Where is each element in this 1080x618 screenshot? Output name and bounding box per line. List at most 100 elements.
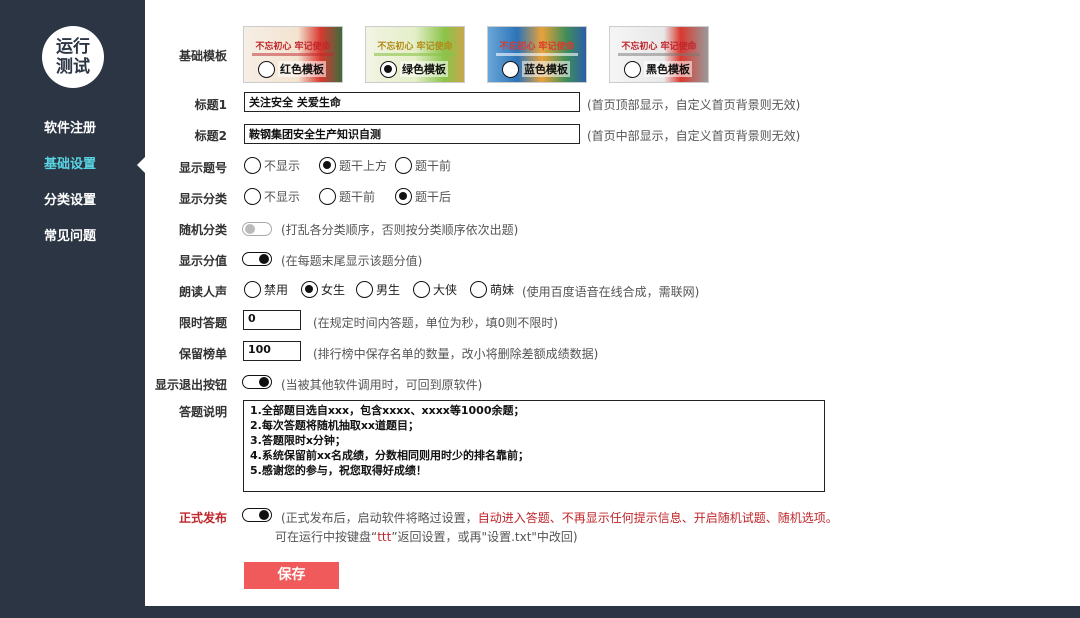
title2-label: 标题2 [194,129,227,143]
time-limit-input[interactable]: 0 [243,310,301,330]
bottom-bar [145,606,1080,618]
voice-male-label: 男生 [376,283,401,297]
show-category-label: 显示分类 [178,192,227,206]
voice-option-hero[interactable]: 大侠 [413,281,457,298]
show-category-option-after[interactable]: 题干后 [395,188,451,205]
template-red-radio[interactable] [258,61,275,78]
exit-button-label: 显示退出按钮 [154,378,227,392]
show-score-hint: (在每题末尾显示该题分值) [281,254,423,268]
template-green-subline [374,53,456,56]
random-category-toggle-knob [245,224,255,234]
voice-female-label: 女生 [321,283,346,297]
time-limit-hint: (在规定时间内答题，单位为秒，填0则不限时) [313,316,558,330]
voice-hero-label: 大侠 [433,283,458,297]
template-red-banner: 不忘初心 牢记使命 [255,42,331,52]
show-number-option-none[interactable]: 不显示 [244,157,300,174]
sidebar: 运行 测试 软件注册 基础设置 分类设置 常见问题 [0,0,145,618]
template-red-label: 红色模板 [278,61,326,77]
active-nav-pointer [137,157,145,173]
publish-toggle[interactable] [242,508,272,522]
show-number-before-label: 题干前 [415,159,452,173]
logo-line1: 运行 [56,37,90,57]
template-black[interactable]: 不忘初心 牢记使命 黑色模板 [609,26,709,83]
app-logo: 运行 测试 [42,26,104,88]
show-category-option-before[interactable]: 题干前 [319,188,375,205]
instructions-textarea[interactable]: 1.全部题目选自xxx，包含xxxx、xxxx等1000余题； 2.每次答题将随… [243,400,825,492]
title1-hint: (首页顶部显示，自定义首页背景则无效) [587,98,801,112]
instructions-line-5: 5.感谢您的参与，祝您取得好成绩！ [250,464,427,477]
template-black-label: 黑色模板 [644,61,692,77]
show-number-option-before[interactable]: 题干前 [395,157,451,174]
publish-label: 正式发布 [178,511,227,525]
template-red[interactable]: 不忘初心 牢记使命 红色模板 [243,26,343,83]
template-green-banner: 不忘初心 牢记使命 [377,42,453,52]
show-number-above-radio[interactable] [319,157,336,174]
voice-option-disabled[interactable]: 禁用 [244,281,288,298]
sidebar-item-register[interactable]: 软件注册 [44,117,96,136]
show-score-label: 显示分值 [178,254,227,268]
exit-button-toggle-knob [259,377,269,387]
template-green[interactable]: 不忘初心 牢记使命 绿色模板 [365,26,465,83]
publish-hint: (正式发布后，启动软件将略过设置，自动进入答题、不再显示任何提示信息、开启随机试… [281,509,838,526]
template-black-radio[interactable] [624,61,641,78]
time-limit-label: 限时答题 [178,316,227,330]
show-number-above-label: 题干上方 [339,159,388,173]
show-category-none-label: 不显示 [264,190,301,204]
voice-female-radio[interactable] [301,281,318,298]
sidebar-item-basic-settings[interactable]: 基础设置 [44,153,96,172]
instructions-label: 答题说明 [178,405,227,419]
show-number-before-radio[interactable] [395,157,412,174]
leaderboard-input[interactable]: 100 [243,341,301,361]
publish-hint-highlight: 自动进入答题、不再显示任何提示信息、开启随机试题、随机选项。 [477,511,838,525]
publish-hint-key: ttt [377,530,392,544]
show-category-option-none[interactable]: 不显示 [244,188,300,205]
show-category-before-label: 题干前 [339,190,376,204]
show-number-none-label: 不显示 [264,159,301,173]
random-category-toggle[interactable] [242,222,272,236]
template-blue-banner: 不忘初心 牢记使命 [499,42,575,52]
publish-hint-line2: 可在运行中按键盘“ttt”返回设置，或再"设置.txt"中改回) [275,528,578,545]
sidebar-item-faq[interactable]: 常见问题 [44,225,96,244]
save-button[interactable]: 保存 [244,562,339,589]
voice-cute-label: 萌妹 [490,283,515,297]
template-blue[interactable]: 不忘初心 牢记使命 蓝色模板 [487,26,587,83]
voice-option-female[interactable]: 女生 [301,281,345,298]
template-blue-radio[interactable] [502,61,519,78]
voice-disabled-radio[interactable] [244,281,261,298]
logo-line2: 测试 [56,57,90,77]
show-number-none-radio[interactable] [244,157,261,174]
title2-hint: (首页中部显示，自定义首页背景则无效) [587,129,801,143]
publish-hint-line2-a: 可在运行中按键盘“ [275,530,378,544]
show-category-after-label: 题干后 [415,190,452,204]
voice-male-radio[interactable] [356,281,373,298]
show-category-after-radio[interactable] [395,188,412,205]
voice-label: 朗读人声 [178,285,227,299]
show-number-option-above[interactable]: 题干上方 [319,157,387,174]
show-score-toggle[interactable] [242,252,272,266]
template-blue-label: 蓝色模板 [522,61,570,77]
leaderboard-hint: (排行榜中保存名单的数量，改小将删除差额成绩数据) [313,347,599,361]
voice-cute-radio[interactable] [470,281,487,298]
template-green-label: 绿色模板 [400,61,448,77]
settings-panel: 基础模板 不忘初心 牢记使命 红色模板 不忘初心 牢记使命 绿色模板 不忘初心 … [145,0,1080,606]
exit-button-toggle[interactable] [242,375,272,389]
instructions-line-3: 3.答题限时x分钟； [250,434,346,447]
show-category-before-radio[interactable] [319,188,336,205]
template-red-subline [252,53,334,56]
voice-option-cute[interactable]: 萌妹 [470,281,514,298]
voice-disabled-label: 禁用 [264,283,289,297]
template-label: 基础模板 [178,49,227,63]
voice-hero-radio[interactable] [413,281,430,298]
title2-input[interactable]: 鞍钢集团安全生产知识自测 [244,124,580,144]
title1-input[interactable]: 关注安全 关爱生命 [244,92,580,112]
sidebar-item-category-settings[interactable]: 分类设置 [44,189,96,208]
voice-option-male[interactable]: 男生 [356,281,400,298]
template-blue-subline [496,53,578,56]
publish-hint-prefix: (正式发布后，启动软件将略过设置， [281,511,478,525]
show-category-none-radio[interactable] [244,188,261,205]
template-green-radio[interactable] [380,61,397,78]
voice-hint: (使用百度语音在线合成，需联网) [522,285,700,299]
show-number-label: 显示题号 [178,161,227,175]
template-black-banner: 不忘初心 牢记使命 [621,42,697,52]
instructions-line-2: 2.每次答题将随机抽取xx道题目； [250,419,420,432]
